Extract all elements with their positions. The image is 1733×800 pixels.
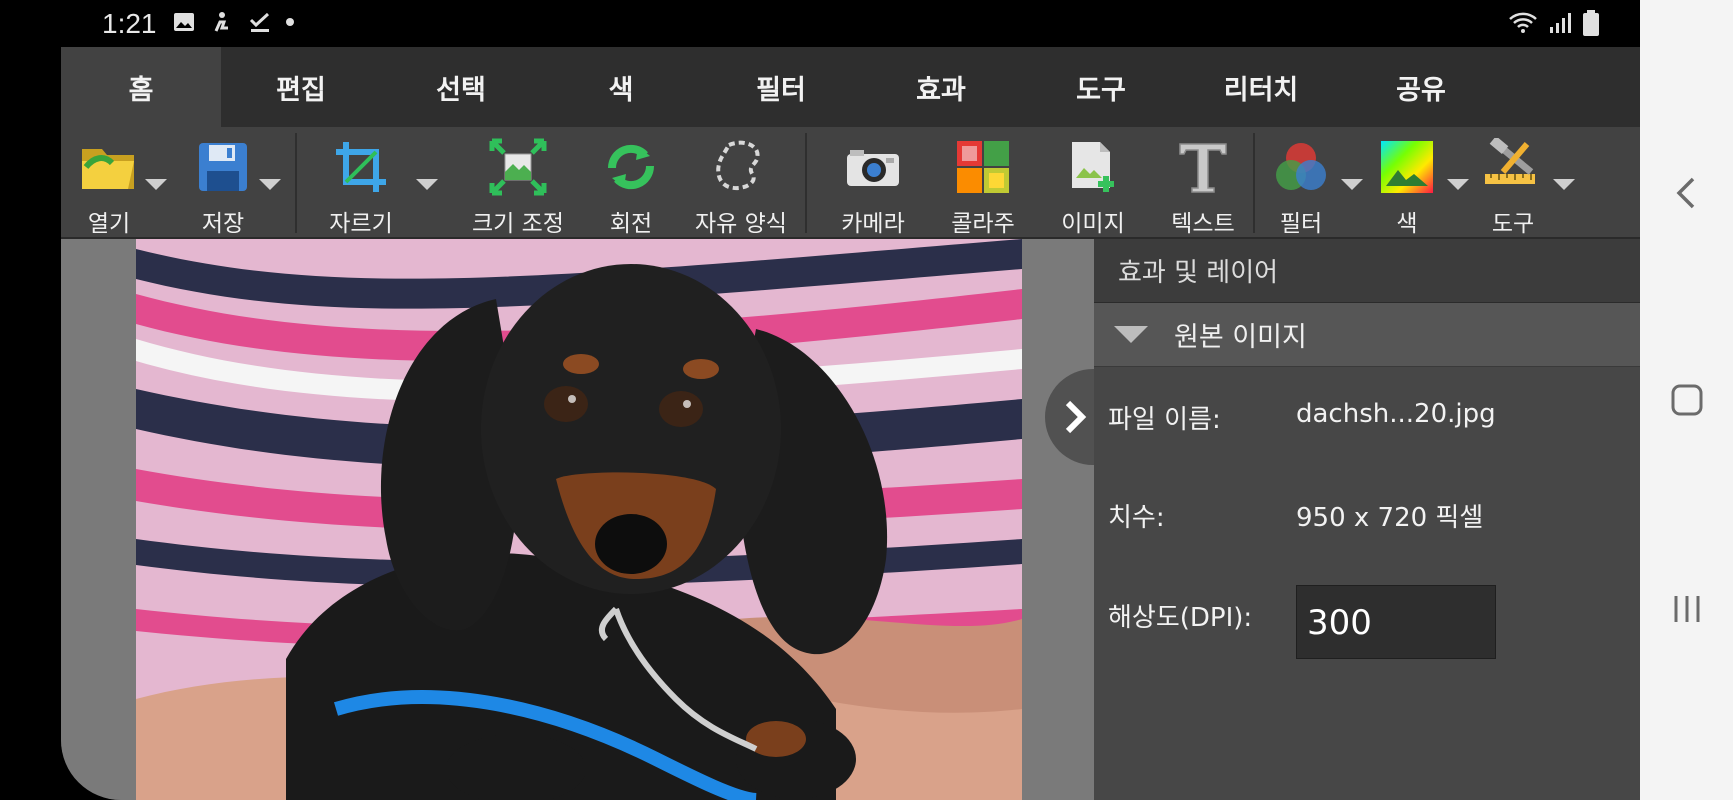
tools-icon — [1478, 132, 1548, 202]
toolbar-separator — [295, 133, 297, 233]
floppy-disk-icon — [188, 132, 258, 202]
open-dropdown-caret[interactable] — [145, 179, 167, 190]
text-icon — [1168, 132, 1238, 202]
filename-label: 파일 이름: — [1108, 405, 1221, 435]
dpi-input[interactable]: 300 — [1296, 585, 1496, 659]
filter-icon — [1266, 132, 1336, 202]
toolbar-separator — [805, 133, 807, 233]
rotate-icon — [596, 132, 666, 202]
tab-effects[interactable]: 효과 — [861, 47, 1021, 127]
battery-icon — [1583, 10, 1599, 36]
tools-dropdown-caret[interactable] — [1553, 179, 1575, 190]
resize-label: 크기 조정 — [472, 211, 564, 237]
panel-title: 효과 및 레이어 — [1094, 239, 1640, 303]
camera-icon — [838, 132, 908, 202]
rotate-button[interactable]: 회전 — [591, 127, 671, 239]
wifi-icon — [1509, 12, 1537, 33]
crop-label: 자르기 — [329, 211, 393, 237]
tab-select[interactable]: 선택 — [381, 47, 541, 127]
freeform-label: 자유 양식 — [695, 211, 787, 237]
insert-image-button[interactable]: 이미지 — [1043, 127, 1143, 239]
dpi-row: 해상도(DPI): 300 — [1094, 585, 1640, 665]
original-image-section[interactable]: 원본 이미지 — [1094, 303, 1640, 367]
camera-button[interactable]: 카메라 — [823, 127, 923, 239]
tab-filter[interactable]: 필터 — [701, 47, 861, 127]
text-label: 텍스트 — [1171, 211, 1235, 237]
accessibility-icon — [214, 12, 228, 32]
open-button[interactable]: 열기 — [69, 127, 149, 239]
back-button[interactable] — [1640, 158, 1733, 228]
system-navigation-bar — [1640, 0, 1733, 800]
app-window: 홈 편집 선택 색 필터 효과 도구 리터치 공유 열기 저장 자르기 크기 조… — [61, 47, 1640, 800]
system-icons — [1508, 10, 1600, 36]
home-square-icon — [1671, 384, 1702, 416]
tab-home[interactable]: 홈 — [61, 47, 221, 127]
back-chevron-icon — [1676, 177, 1694, 209]
tools-label: 도구 — [1491, 211, 1535, 237]
save-button[interactable]: 저장 — [183, 127, 263, 239]
tab-edit[interactable]: 편집 — [221, 47, 381, 127]
dot-icon — [286, 18, 294, 26]
status-time: 1:21 — [102, 8, 157, 39]
signal-icon — [1550, 13, 1571, 33]
rotate-label: 회전 — [609, 211, 653, 237]
filename-row: 파일 이름: dachsh...20.jpg — [1094, 399, 1640, 439]
filter-label: 필터 — [1279, 211, 1323, 237]
home-button[interactable] — [1640, 365, 1733, 435]
ribbon-tab-bar: 홈 편집 선택 색 필터 효과 도구 리터치 공유 — [61, 47, 1640, 127]
text-button[interactable]: 텍스트 — [1153, 127, 1253, 239]
filter-dropdown-caret[interactable] — [1341, 179, 1363, 190]
recents-icon — [1674, 596, 1699, 622]
section-title: 원본 이미지 — [1174, 322, 1307, 353]
checklist-icon — [249, 12, 270, 32]
filter-button[interactable]: 필터 — [1261, 127, 1341, 239]
notification-icons — [172, 10, 294, 34]
tab-share[interactable]: 공유 — [1341, 47, 1501, 127]
toolbar-separator — [1253, 133, 1255, 233]
camera-label: 카메라 — [841, 211, 905, 237]
gallery-icon — [174, 13, 194, 31]
ribbon-toolbar: 열기 저장 자르기 크기 조정 회전 자유 양식 카메라 콜라주 이미지 텍스트… — [61, 127, 1640, 239]
crop-button[interactable]: 자르기 — [306, 127, 416, 239]
dachshund-photo[interactable] — [136, 239, 1022, 800]
tab-retouch[interactable]: 리터치 — [1181, 47, 1341, 127]
color-adjust-icon — [1372, 132, 1442, 202]
freeform-button[interactable]: 자유 양식 — [681, 127, 801, 239]
collage-label: 콜라주 — [951, 211, 1015, 237]
effects-layers-panel: 효과 및 레이어 원본 이미지 파일 이름: dachsh...20.jpg 치… — [1094, 239, 1640, 800]
dpi-label: 해상도(DPI): — [1108, 603, 1253, 633]
crop-dropdown-caret[interactable] — [416, 179, 438, 190]
add-image-icon — [1058, 132, 1128, 202]
folder-icon — [74, 132, 144, 202]
save-label: 저장 — [201, 211, 245, 237]
image-canvas[interactable] — [61, 239, 1094, 800]
save-dropdown-caret[interactable] — [259, 179, 281, 190]
tab-tools[interactable]: 도구 — [1021, 47, 1181, 127]
open-label: 열기 — [87, 211, 131, 237]
filename-value: dachsh...20.jpg — [1296, 399, 1496, 429]
tools-button[interactable]: 도구 — [1473, 127, 1553, 239]
lasso-icon — [706, 132, 776, 202]
tab-color[interactable]: 색 — [541, 47, 701, 127]
status-bar: 1:21 — [0, 0, 1640, 47]
triangle-down-icon — [1114, 326, 1148, 343]
color-label: 색 — [1396, 211, 1418, 237]
resize-icon — [483, 132, 553, 202]
crop-icon — [326, 132, 396, 202]
image-label: 이미지 — [1061, 211, 1125, 237]
resize-button[interactable]: 크기 조정 — [453, 127, 583, 239]
color-dropdown-caret[interactable] — [1447, 179, 1469, 190]
dimensions-value: 950 x 720 픽셀 — [1296, 503, 1484, 533]
dimensions-label: 치수: — [1108, 503, 1165, 533]
chevron-right-icon — [1065, 400, 1087, 434]
collage-button[interactable]: 콜라주 — [933, 127, 1033, 239]
color-button[interactable]: 색 — [1367, 127, 1447, 239]
dimensions-row: 치수: 950 x 720 픽셀 — [1094, 497, 1640, 537]
recents-button[interactable] — [1640, 574, 1733, 644]
collage-icon — [948, 132, 1018, 202]
